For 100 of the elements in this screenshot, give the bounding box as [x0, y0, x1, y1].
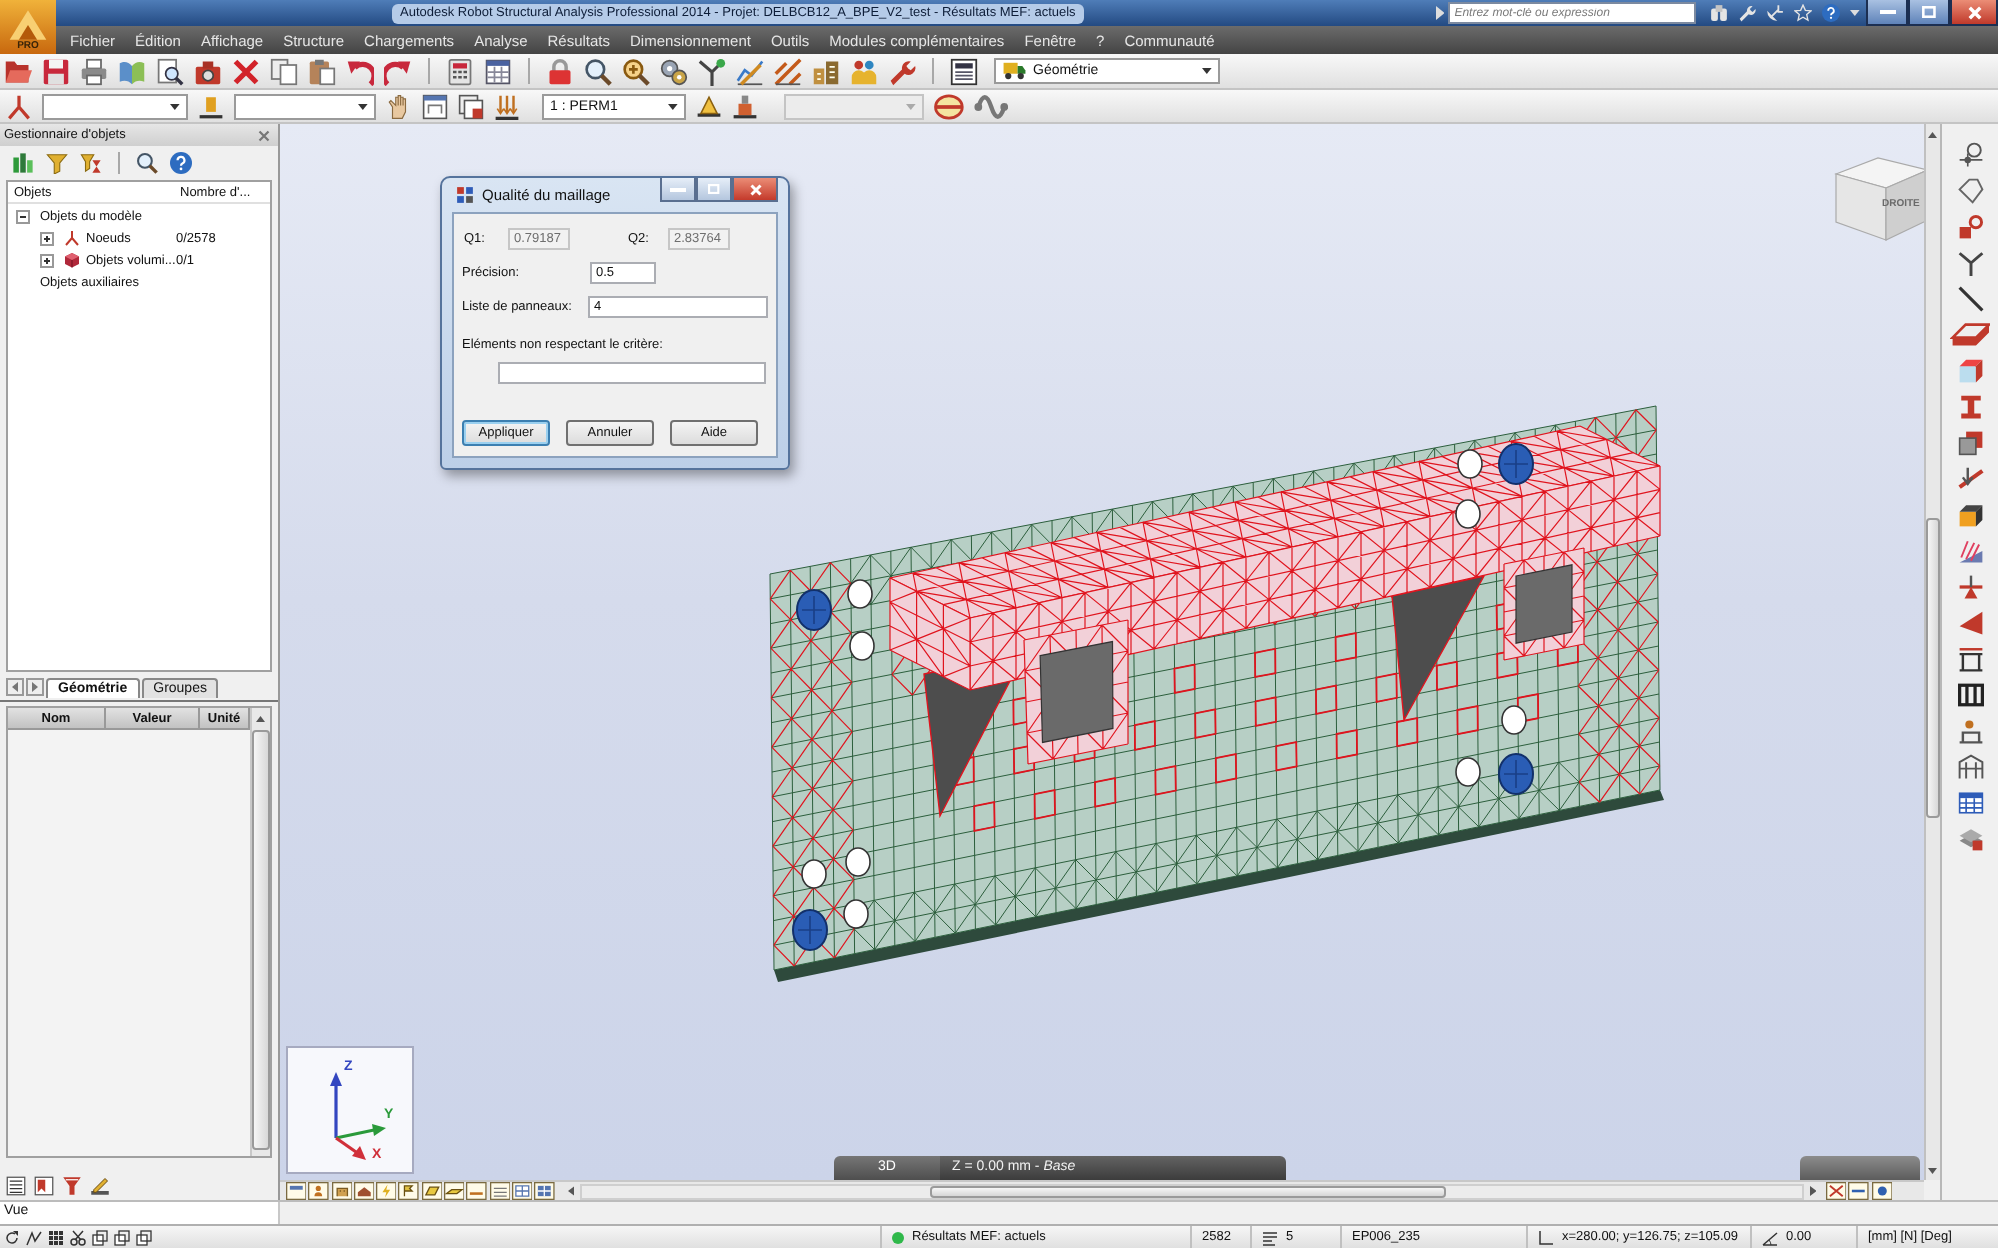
graph-ruler-icon[interactable]	[736, 57, 764, 85]
parallelogram-icon[interactable]	[421, 1182, 443, 1200]
cross-frame-icon[interactable]	[1826, 1182, 1847, 1200]
table-icon[interactable]	[1957, 790, 1983, 816]
expand-toggle[interactable]	[16, 209, 30, 223]
line-frame-icon[interactable]	[1848, 1182, 1870, 1200]
pencil-icon[interactable]	[90, 1176, 110, 1196]
close-icon[interactable]	[258, 129, 270, 141]
scrollbar-thumb[interactable]	[1926, 518, 1940, 818]
overlapping-squares-icon[interactable]	[1957, 430, 1983, 456]
frame-columns-icon[interactable]	[1957, 682, 1983, 708]
zigzag-icon[interactable]	[26, 1229, 42, 1245]
wave-icon[interactable]	[973, 93, 1009, 119]
building-outline-icon[interactable]	[1957, 754, 1983, 780]
folder-icon[interactable]	[4, 57, 32, 85]
arrow-on-slope-icon[interactable]	[1957, 466, 1983, 492]
house-frame-icon[interactable]	[353, 1182, 375, 1200]
scissors-icon[interactable]	[70, 1229, 86, 1245]
calculator-icon[interactable]	[446, 57, 474, 85]
bar-on-line-icon[interactable]	[198, 93, 224, 119]
window-icon[interactable]	[422, 93, 448, 119]
close-button[interactable]	[1950, 0, 1998, 26]
vertical-scrollbar[interactable]	[1924, 124, 1940, 1180]
diagonal-bars-icon[interactable]	[774, 57, 802, 85]
list-icon[interactable]	[6, 1176, 26, 1196]
inverted-y-icon[interactable]	[6, 93, 32, 119]
vertical-scrollbar[interactable]	[250, 708, 270, 1156]
redo-arrow-icon[interactable]	[384, 57, 412, 85]
horizontal-scrollbar[interactable]	[579, 1183, 1804, 1199]
grid-icon[interactable]	[48, 1229, 64, 1245]
scroll-down-icon[interactable]	[1928, 1168, 1938, 1174]
magnifier-icon[interactable]	[136, 152, 158, 174]
text-field[interactable]	[498, 362, 766, 384]
box-icon[interactable]	[1957, 358, 1983, 384]
grid-frame-icon[interactable]	[511, 1182, 533, 1200]
dash-frame-icon[interactable]	[466, 1182, 488, 1200]
y-shape-dot-icon[interactable]	[698, 57, 726, 85]
dropdown-field[interactable]	[42, 93, 188, 119]
funnel-icon[interactable]	[46, 152, 68, 174]
window-stack-icon[interactable]	[458, 93, 484, 119]
plate-icon[interactable]	[1949, 322, 1991, 348]
triangle-on-line-icon[interactable]	[696, 93, 722, 119]
i-beam-icon[interactable]	[1957, 394, 1983, 420]
scroll-right-icon[interactable]	[26, 678, 44, 696]
block-icon[interactable]	[1957, 502, 1983, 528]
book-icon[interactable]	[118, 57, 146, 85]
slanted-lines-icon[interactable]	[1957, 538, 1983, 564]
dot-frame-icon[interactable]	[1957, 718, 1983, 744]
printer-icon[interactable]	[80, 57, 108, 85]
down-arrows-icon[interactable]	[494, 93, 520, 119]
binoculars-icon[interactable]	[1710, 4, 1729, 22]
layers-icon[interactable]	[1957, 826, 1983, 852]
minimize-button[interactable]	[1866, 0, 1908, 26]
triangle-bar-icon[interactable]	[1957, 574, 1983, 600]
flag-frame-icon[interactable]	[398, 1182, 420, 1200]
caret-icon[interactable]	[1850, 10, 1860, 16]
scrollbar-thumb[interactable]	[252, 730, 270, 1150]
square-ring-icon[interactable]	[1957, 214, 1983, 240]
block-on-line-icon[interactable]	[732, 93, 758, 119]
window-frame-icon[interactable]	[286, 1182, 307, 1200]
expand-toggle[interactable]	[40, 231, 54, 245]
diagonal-line-icon[interactable]	[1957, 286, 1983, 312]
satellite-dish-icon[interactable]	[1766, 4, 1785, 22]
triangle-icon[interactable]	[1957, 610, 1983, 636]
wrench-icon[interactable]	[1738, 4, 1757, 22]
ring-node-icon[interactable]	[1957, 142, 1983, 168]
funnel-icon[interactable]	[62, 1176, 82, 1196]
dropdown-field[interactable]	[234, 93, 376, 119]
scroll-left-icon[interactable]	[6, 678, 24, 696]
camera-icon[interactable]	[194, 57, 222, 85]
clipboard-icon[interactable]	[308, 57, 336, 85]
bookmark-icon[interactable]	[34, 1176, 54, 1196]
scroll-left-icon[interactable]	[567, 1186, 574, 1196]
lightning-icon[interactable]	[376, 1182, 397, 1200]
help-icon[interactable]	[170, 152, 192, 174]
lines-frame-icon[interactable]	[489, 1182, 510, 1200]
cross-icon[interactable]	[232, 57, 260, 85]
frame-bar-icon[interactable]	[1957, 646, 1983, 672]
magnifier-plus-icon[interactable]	[622, 57, 650, 85]
copy-icon[interactable]	[270, 57, 298, 85]
rotate-icon[interactable]	[4, 1229, 20, 1245]
page-magnifier-icon[interactable]	[156, 57, 184, 85]
table-window-icon[interactable]	[484, 57, 512, 85]
help-icon[interactable]	[1822, 4, 1841, 22]
expand-toggle[interactable]	[40, 253, 54, 267]
funnel-hourglass-icon[interactable]	[80, 152, 102, 174]
undo-arrow-icon[interactable]	[346, 57, 374, 85]
bar-chart-icon[interactable]	[12, 152, 34, 174]
pentagon-outline-icon[interactable]	[1957, 178, 1983, 204]
scroll-up-icon[interactable]	[256, 716, 266, 722]
people-icon[interactable]	[850, 57, 878, 85]
scroll-right-icon[interactable]	[1809, 1186, 1817, 1196]
document-lines-icon[interactable]	[950, 57, 978, 85]
person-frame-icon[interactable]	[308, 1182, 330, 1200]
window-grid-icon[interactable]	[534, 1182, 556, 1200]
wrench-icon[interactable]	[888, 57, 916, 85]
slab-frame-icon[interactable]	[444, 1182, 465, 1200]
disc-frame-icon[interactable]	[1871, 1182, 1893, 1200]
star-icon[interactable]	[1794, 4, 1813, 22]
scroll-up-icon[interactable]	[1928, 132, 1938, 138]
